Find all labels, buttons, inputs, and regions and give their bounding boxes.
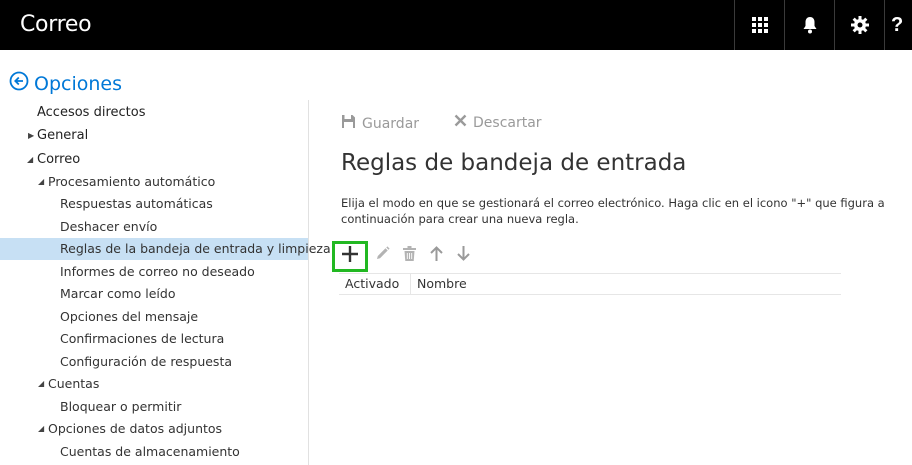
nav-label: Deshacer envío (60, 219, 158, 234)
nav-respuestas-automaticas[interactable]: Respuestas automáticas (0, 193, 308, 215)
nav-label: Opciones de datos adjuntos (48, 421, 223, 436)
app-title[interactable]: Correo (20, 12, 92, 37)
edit-pencil-icon (375, 246, 390, 266)
nav-label: Correo (37, 152, 81, 167)
nav-correo[interactable]: ◢ Correo (0, 149, 308, 171)
options-sidebar: Accesos directos ▶ General ◢ Correo ◢ Pr… (0, 100, 331, 465)
nav-cuentas-de-almacenamiento[interactable]: Cuentas de almacenamiento (0, 441, 308, 463)
nav-label: Cuentas (48, 376, 100, 391)
app-launcher-button[interactable] (734, 0, 784, 50)
nav-bloquear-o-permitir[interactable]: Bloquear o permitir (0, 396, 308, 418)
nav-confirmaciones-de-lectura[interactable]: Confirmaciones de lectura (0, 328, 308, 350)
nav-label: Opciones del mensaje (60, 309, 199, 324)
add-rule-button[interactable] (332, 240, 368, 272)
nav-informes-correo-no-deseado[interactable]: Informes de correo no deseado (0, 261, 308, 283)
move-up-arrow-icon (430, 246, 443, 266)
options-heading: Opciones (34, 72, 122, 95)
edit-rule-button[interactable] (369, 240, 396, 272)
collapse-triangle-icon: ◢ (38, 379, 45, 388)
discard-button[interactable]: Descartar (454, 114, 542, 131)
nav-label: Bloquear o permitir (60, 399, 182, 414)
save-label: Guardar (362, 115, 420, 132)
nav-opciones-datos-adjuntos[interactable]: ◢ Opciones de datos adjuntos (0, 418, 308, 440)
move-down-button[interactable] (450, 240, 477, 272)
settings-button[interactable] (834, 0, 884, 50)
help-icon: ? (891, 13, 904, 36)
delete-rule-button[interactable] (396, 240, 423, 272)
rules-table-header: Activado Nombre (339, 273, 841, 295)
main-panel: Guardar Descartar Reglas de bandeja de e… (310, 100, 912, 465)
close-x-icon (454, 114, 467, 131)
save-button[interactable]: Guardar (341, 114, 419, 133)
move-down-arrow-icon (457, 246, 470, 266)
nav-deshacer-envio[interactable]: Deshacer envío (0, 216, 308, 238)
nav-label: Procesamiento automático (48, 174, 216, 189)
floppy-disk-icon (341, 114, 356, 133)
nav-label: Cuentas de almacenamiento (60, 444, 240, 459)
nav-general[interactable]: ▶ General (0, 125, 308, 147)
nav-accesos-directos[interactable]: Accesos directos (0, 102, 308, 124)
rules-toolbar (332, 240, 477, 272)
discard-label: Descartar (473, 114, 542, 131)
collapse-triangle-icon: ◢ (38, 424, 45, 433)
nav-label: Informes de correo no deseado (60, 264, 255, 279)
help-button[interactable]: ? (884, 0, 912, 50)
collapse-triangle-icon: ◢ (38, 177, 45, 186)
nav-cuentas[interactable]: ◢ Cuentas (0, 373, 308, 395)
back-arrow-circle-icon (9, 71, 29, 96)
column-header-nombre[interactable]: Nombre (411, 274, 467, 294)
nav-label: Accesos directos (37, 105, 146, 120)
nav-procesamiento-automatico[interactable]: ◢ Procesamiento automático (0, 171, 308, 193)
top-bar: Correo ? (0, 0, 912, 50)
app-launcher-icon (751, 17, 768, 33)
notifications-button[interactable] (784, 0, 834, 50)
gear-icon (850, 16, 869, 34)
nav-opciones-del-mensaje[interactable]: Opciones del mensaje (0, 306, 308, 328)
nav-reglas-bandeja-entrada[interactable]: Reglas de la bandeja de entrada y limpie… (0, 238, 331, 260)
page-description: Elija el modo en que se gestionará el co… (341, 196, 885, 226)
nav-label: Respuestas automáticas (60, 196, 213, 211)
column-header-activado[interactable]: Activado (339, 274, 411, 294)
expand-triangle-icon: ▶ (28, 131, 35, 140)
nav-label: Reglas de la bandeja de entrada y limpie… (60, 241, 331, 256)
nav-label: Configuración de respuesta (60, 354, 233, 369)
add-icon (342, 245, 358, 267)
page-title: Reglas de bandeja de entrada (341, 150, 687, 176)
move-up-button[interactable] (423, 240, 450, 272)
nav-label: Marcar como leído (60, 286, 176, 301)
nav-marcar-como-leido[interactable]: Marcar como leído (0, 283, 308, 305)
nav-configuracion-de-respuesta[interactable]: Configuración de respuesta (0, 351, 308, 373)
nav-label: General (37, 128, 89, 143)
collapse-triangle-icon: ◢ (27, 155, 34, 164)
delete-trash-icon (403, 246, 416, 266)
bell-icon (802, 16, 818, 34)
nav-label: Confirmaciones de lectura (60, 331, 225, 346)
back-to-options-link[interactable]: Opciones (9, 71, 122, 96)
